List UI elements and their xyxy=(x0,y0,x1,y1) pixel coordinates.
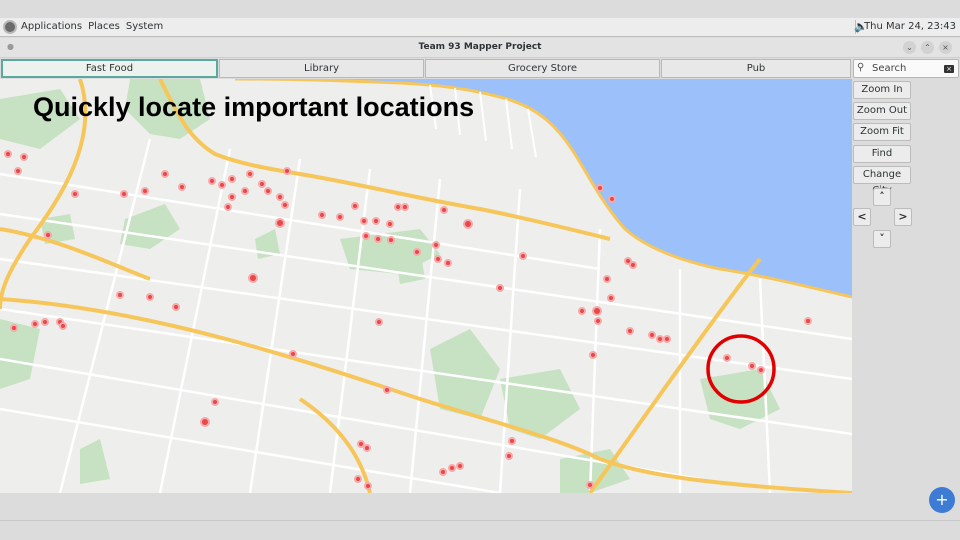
top-panel: Applications Places System 🔈 Thu Mar 24,… xyxy=(0,18,960,37)
change-city-button[interactable]: Change City xyxy=(853,166,911,196)
bottom-area xyxy=(0,493,960,540)
zoom-fit-button[interactable]: Zoom Fit xyxy=(853,123,911,141)
plus-icon[interactable]: + xyxy=(929,487,955,513)
distro-logo-icon[interactable] xyxy=(3,20,17,34)
pan-up-icon[interactable]: ˄ xyxy=(873,188,891,206)
window-titlebar: ● Team 93 Mapper Project ⌄ ⌃ × xyxy=(0,38,960,58)
tab-grocery-store[interactable]: Grocery Store xyxy=(425,59,660,78)
top-panel-menus: Applications Places System xyxy=(21,21,163,32)
pan-right-icon[interactable]: > xyxy=(894,208,912,226)
map-headline: Quickly locate important locations xyxy=(33,92,475,122)
tab-library[interactable]: Library xyxy=(219,59,424,78)
window-title: Team 93 Mapper Project xyxy=(418,42,542,52)
menu-places[interactable]: Places xyxy=(88,21,120,32)
map-canvas[interactable] xyxy=(0,79,852,493)
pan-left-icon[interactable]: < xyxy=(853,208,871,226)
minimize-icon[interactable]: ⌄ xyxy=(903,41,916,54)
zoom-out-button[interactable]: Zoom Out xyxy=(853,102,911,120)
search-input[interactable]: ⚲ Search × xyxy=(853,59,959,78)
tab-fast-food[interactable]: Fast Food xyxy=(1,59,218,78)
search-placeholder: Search xyxy=(872,63,907,74)
menu-system[interactable]: System xyxy=(126,21,163,32)
map-graphics xyxy=(0,79,852,493)
find-button[interactable]: Find xyxy=(853,145,911,163)
menu-applications[interactable]: Applications xyxy=(21,21,82,32)
zoom-in-button[interactable]: Zoom In xyxy=(853,81,911,99)
clock[interactable]: Thu Mar 24, 23:43 xyxy=(864,21,956,32)
pan-down-icon[interactable]: ˅ xyxy=(873,230,891,248)
maximize-icon[interactable]: ⌃ xyxy=(921,41,934,54)
close-icon[interactable]: × xyxy=(939,41,952,54)
search-icon: ⚲ xyxy=(857,62,865,73)
clear-icon[interactable]: × xyxy=(944,65,954,73)
tab-pub[interactable]: Pub xyxy=(661,59,851,78)
